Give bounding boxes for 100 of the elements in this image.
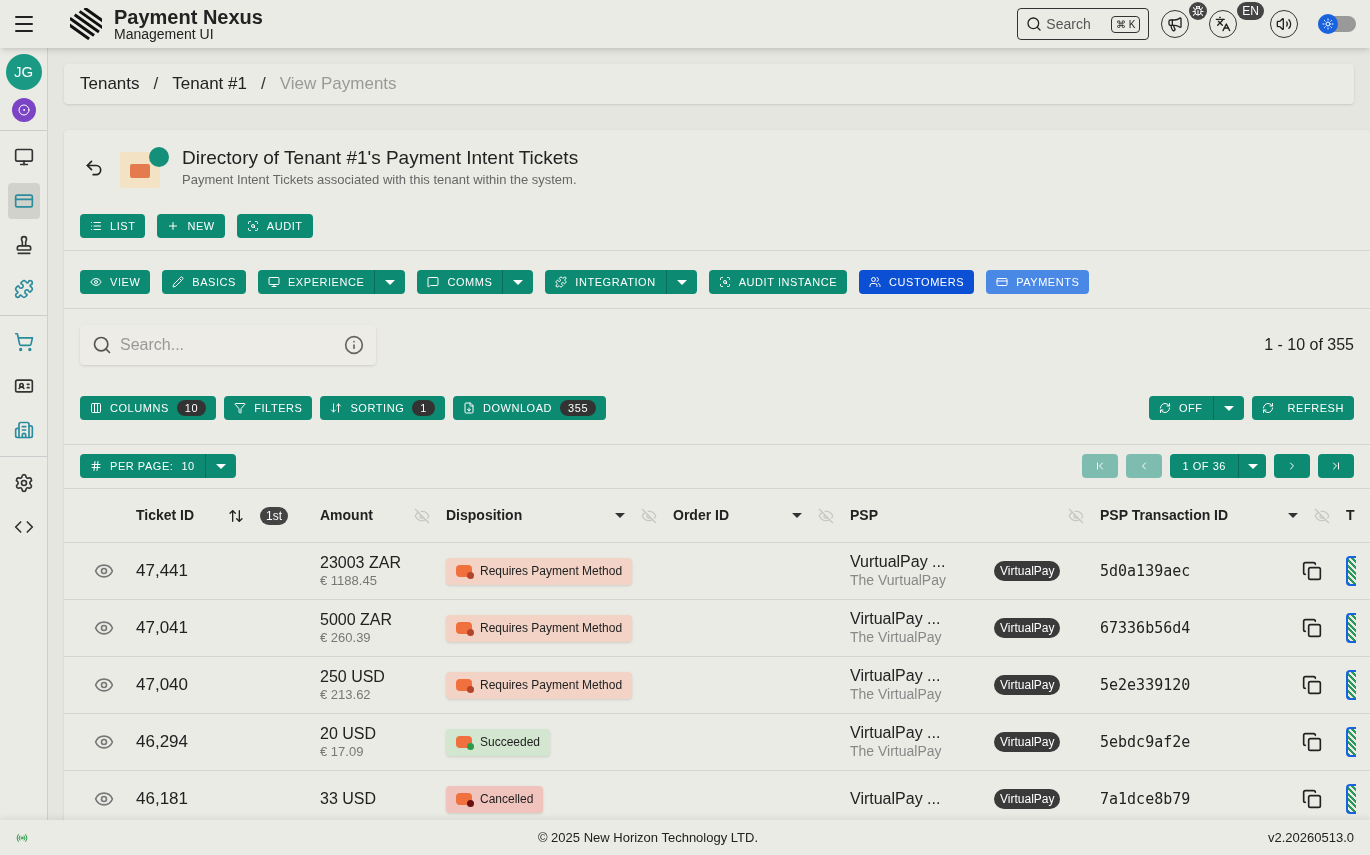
toolbar-button[interactable]: SORTING 1 <box>320 396 445 420</box>
copy-icon[interactable] <box>1302 732 1322 752</box>
copy-icon[interactable] <box>1302 561 1322 581</box>
breadcrumb-link[interactable]: View Payments <box>279 71 397 97</box>
caret-icon[interactable] <box>615 513 625 518</box>
pencil-icon <box>172 276 185 288</box>
section-tab[interactable]: AUDIT INSTANCE <box>708 270 848 294</box>
copy-icon[interactable] <box>1302 618 1322 638</box>
section-tab[interactable]: CUSTOMERS <box>859 270 975 294</box>
ticket-id: 47,041 <box>136 617 189 640</box>
search-field[interactable]: Search ⌘ K <box>1017 8 1150 40</box>
section-tab[interactable]: COMMS <box>417 270 503 294</box>
theme-switch[interactable] <box>1318 16 1356 32</box>
sort-icon <box>330 402 343 414</box>
search-placeholder: Search <box>1046 14 1091 34</box>
dropdown-button[interactable] <box>1238 454 1266 478</box>
dropdown-button[interactable] <box>204 454 236 478</box>
page-title: Directory of Tenant #1's Payment Intent Tickets <box>182 146 579 171</box>
caret-icon <box>676 279 687 285</box>
auto-refresh-button[interactable]: OFF <box>1148 396 1213 420</box>
result-range: 1 - 10 of 355 <box>1264 335 1354 355</box>
puzzle-icon <box>555 276 568 288</box>
view-row-icon[interactable] <box>94 789 114 809</box>
info-icon <box>344 335 364 355</box>
plus-icon <box>167 220 180 232</box>
ticket-id: 46,181 <box>136 788 189 811</box>
column-header[interactable]: Disposition <box>446 505 523 526</box>
view-row-icon[interactable] <box>94 561 114 581</box>
bug-badge <box>1189 2 1208 20</box>
column-header[interactable]: Order ID <box>673 505 729 526</box>
psp-tag: VirtualPay <box>994 618 1061 638</box>
ticket-id: 47,040 <box>136 674 189 697</box>
dropdown-button[interactable] <box>665 270 697 294</box>
ticket-icon <box>456 679 472 691</box>
caret-icon <box>385 279 396 285</box>
ticket-icon <box>456 622 472 634</box>
disposition-chip: Succeeded <box>446 728 551 756</box>
refresh-icon <box>1261 402 1274 414</box>
sort-rank-badge: 1st <box>260 506 288 525</box>
columns-icon <box>90 402 102 414</box>
action-button[interactable]: NEW <box>157 214 225 238</box>
search-icon <box>92 335 112 355</box>
copy-icon[interactable] <box>1302 789 1322 809</box>
user-avatar[interactable]: JG <box>5 54 42 90</box>
section-tab[interactable]: EXPERIENCE <box>257 270 375 294</box>
psp-tag: VirtualPay <box>994 789 1061 809</box>
per-page-button[interactable]: PER PAGE: 10 <box>80 454 205 478</box>
copy-icon[interactable] <box>1302 675 1322 695</box>
payment-card-icon[interactable] <box>7 183 40 219</box>
count-badge: 10 <box>176 400 207 416</box>
psp-description: The VurtualPay <box>850 572 947 590</box>
column-header[interactable]: PSP <box>850 505 878 526</box>
breadcrumb-separator: / <box>260 73 266 96</box>
amount: 20 USD <box>320 723 378 744</box>
page-select[interactable]: 1 OF 36 <box>1170 454 1238 478</box>
section-tab[interactable]: VIEW <box>80 270 151 294</box>
amount: 33 USD <box>320 789 378 809</box>
view-row-icon[interactable] <box>94 675 114 695</box>
action-button[interactable]: AUDIT <box>236 214 313 238</box>
breadcrumb-link[interactable]: Tenants <box>80 71 140 97</box>
logo-icon <box>70 8 102 40</box>
transaction-id: 7a1dce8b79 <box>1100 788 1191 810</box>
chat-icon <box>427 276 440 288</box>
caret-icon[interactable] <box>1288 513 1298 518</box>
download-icon <box>462 402 475 414</box>
striped-icon <box>1346 727 1356 757</box>
caret-icon[interactable] <box>792 513 802 518</box>
column-header[interactable]: Ticket ID <box>136 505 195 526</box>
section-tab[interactable]: PAYMENTS <box>986 270 1090 294</box>
dropdown-button[interactable] <box>1212 396 1244 420</box>
section-tab[interactable]: INTEGRATION <box>545 270 666 294</box>
list-icon <box>90 220 102 232</box>
transaction-id: 5d0a139aec <box>1100 560 1191 582</box>
dropdown-button[interactable] <box>502 270 534 294</box>
search-field[interactable]: Search... <box>80 325 376 365</box>
psp-tag: VirtualPay <box>994 675 1061 695</box>
refresh-button[interactable]: REFRESH <box>1251 396 1354 420</box>
breadcrumb-link[interactable]: Tenant #1 <box>172 71 247 97</box>
striped-icon <box>1346 556 1356 586</box>
toolbar-button[interactable]: FILTERS <box>224 396 313 420</box>
amount-eur: € 213.62 <box>320 686 372 704</box>
sort-icon[interactable] <box>228 507 244 524</box>
dropdown-button[interactable] <box>374 270 406 294</box>
view-row-icon[interactable] <box>94 618 114 638</box>
column-header[interactable]: T <box>1346 505 1355 526</box>
copyright-text: © 2025 New Horizon Technology LTD. <box>536 828 760 847</box>
column-header[interactable]: Amount <box>320 505 373 526</box>
amount-eur: € 1188.45 <box>320 572 378 590</box>
column-header[interactable]: PSP Transaction ID <box>1100 505 1229 526</box>
amount: 250 USD <box>320 666 386 687</box>
psp-tag: VirtualPay <box>994 732 1061 752</box>
section-tab[interactable]: BASICS <box>162 270 246 294</box>
action-button[interactable]: LIST <box>80 214 146 238</box>
toolbar-button[interactable]: DOWNLOAD 355 <box>452 396 607 420</box>
version-text: v2.20260513.0 <box>1267 828 1354 847</box>
disposition-chip: Cancelled <box>446 785 544 813</box>
psp-tag: VirtualPay <box>994 561 1061 581</box>
toolbar-button[interactable]: COLUMNS 10 <box>80 396 217 420</box>
view-row-icon[interactable] <box>94 732 114 752</box>
shortcut-key: ⌘ K <box>1110 15 1141 33</box>
